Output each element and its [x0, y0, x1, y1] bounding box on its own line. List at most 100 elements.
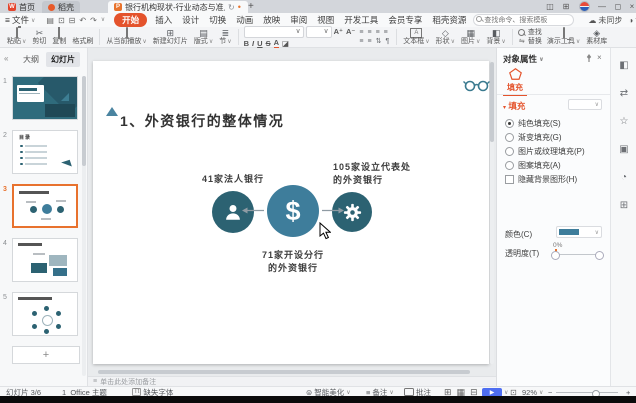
fill-option-hide-background[interactable]: 隐藏背景图形(H) — [505, 174, 577, 185]
increase-font-icon[interactable]: A⁺ — [334, 28, 343, 36]
close-button[interactable]: × — [624, 0, 636, 13]
text-box-button[interactable]: A 文本框∨ — [400, 27, 432, 47]
slide-thumbnail-2[interactable]: 目录 — [12, 130, 78, 174]
collaborate-button[interactable]: ◑协作 — [628, 15, 636, 26]
transition-pane-icon[interactable]: ◔ — [611, 172, 636, 183]
ribbon-tab-developer[interactable]: 开发工具 — [339, 14, 383, 26]
new-slide-button[interactable]: ⊞ 新建幻灯片 — [150, 27, 191, 47]
apps-grid-icon[interactable]: ⊞ — [558, 0, 574, 13]
document-tab[interactable]: P 银行机构现状-行业动态与准入情况 ↻ • — [108, 1, 248, 13]
new-document-tab-button[interactable]: + — [248, 0, 254, 13]
ribbon-tab-design[interactable]: 设计 — [177, 14, 204, 26]
slider-track[interactable] — [557, 254, 597, 255]
pin-panel-icon[interactable] — [585, 54, 593, 62]
minimize-button[interactable]: — — [594, 0, 610, 13]
label-corporate-banks[interactable]: 41家法人银行 — [185, 173, 281, 186]
save-icon[interactable]: ▤ — [46, 16, 54, 25]
justify-icon[interactable]: ≡ — [367, 38, 373, 46]
ribbon-tab-transitions[interactable]: 切换 — [204, 14, 231, 26]
ribbon-tab-review[interactable]: 审阅 — [285, 14, 312, 26]
paste-button[interactable]: 粘贴∨ — [4, 27, 29, 47]
current-slide[interactable]: 1、外资银行的整体情况 $ — [93, 61, 489, 364]
copy-button[interactable]: 复制 — [49, 27, 69, 47]
chevron-down-icon[interactable]: ∨ — [539, 56, 544, 63]
section-button[interactable]: ≣ 节∨ — [216, 27, 234, 47]
slide-layout-button[interactable]: ▤ 版式∨ — [191, 27, 216, 47]
font-color-button[interactable]: A — [274, 39, 279, 49]
favorites-pane-icon[interactable]: ☆ — [611, 116, 636, 127]
sidebar-scrollbar-thumb[interactable] — [82, 76, 86, 166]
add-slide-button[interactable]: + — [12, 346, 80, 364]
ribbon-tab-membership[interactable]: 会员专享 — [383, 14, 427, 26]
close-panel-icon[interactable]: × — [597, 53, 602, 62]
properties-pane-icon[interactable]: ◧ — [611, 60, 636, 71]
font-size-select[interactable]: ∨ — [306, 26, 332, 38]
dollar-circle[interactable]: $ — [267, 185, 319, 237]
label-rep-offices[interactable]: 105家设立代表处 的外资银行 — [333, 161, 443, 187]
underline-button[interactable]: U — [257, 40, 262, 48]
fill-option-picture-texture[interactable]: 图片或纹理填充(P) — [505, 146, 585, 157]
text-direction-icon[interactable]: ¶ — [385, 38, 391, 46]
ribbon-tab-docer-resources[interactable]: 稻壳资源 — [427, 14, 471, 26]
workspace-layout-icon[interactable]: ◫ — [542, 0, 558, 13]
animation-pane-icon[interactable]: ⇄ — [611, 88, 636, 99]
cut-button[interactable]: ✂ 剪切 — [29, 27, 49, 47]
align-left-icon[interactable]: ≡ — [376, 29, 382, 37]
file-menu[interactable]: ≡ 文件 ∨ — [0, 14, 40, 26]
slide-title[interactable]: 1、外资银行的整体情况 — [120, 111, 284, 131]
notes-bar[interactable]: ≡ 单击此处添加备注 — [88, 376, 496, 386]
redo-icon[interactable]: ↷ — [90, 16, 97, 25]
ribbon-tab-view[interactable]: 视图 — [312, 14, 339, 26]
line-spacing-icon[interactable]: ⇅ — [376, 38, 384, 46]
play-from-current-button[interactable]: 从当前播放∨ — [103, 27, 149, 47]
ribbon-tab-animation[interactable]: 动画 — [231, 14, 258, 26]
fill-option-pattern[interactable]: 图案填充(A) — [505, 160, 561, 171]
fill-preset-dropdown[interactable]: ∨ — [568, 99, 602, 110]
background-button[interactable]: ◧ 背景∨ — [483, 27, 508, 47]
strikethrough-button[interactable]: S — [266, 40, 271, 48]
fill-tab[interactable]: 填充 — [503, 68, 527, 96]
avatar[interactable] — [576, 0, 592, 13]
format-painter-button[interactable]: 格式刷 — [69, 27, 96, 47]
bullets-icon[interactable]: ≡ — [359, 29, 365, 37]
highlight-color-button[interactable]: ◪ — [282, 40, 289, 48]
transparency-slider[interactable]: 0% — [551, 244, 603, 260]
align-center-icon[interactable]: ≡ — [384, 29, 390, 37]
ribbon-tab-home[interactable]: 开始 — [114, 13, 147, 27]
apps-pane-icon[interactable]: ⊞ — [611, 200, 636, 211]
italic-button[interactable]: I — [252, 40, 254, 48]
ribbon-tab-slideshow[interactable]: 放映 — [258, 14, 285, 26]
font-family-select[interactable]: ∨ — [244, 26, 304, 38]
slider-thumb[interactable] — [551, 251, 560, 260]
align-right-icon[interactable]: ≡ — [359, 38, 365, 46]
fill-option-solid[interactable]: 纯色填充(S) — [505, 118, 561, 129]
slide-thumbnail-4[interactable] — [12, 238, 78, 282]
replace-button[interactable]: ⇋替换 — [518, 38, 542, 46]
presentation-tools-button[interactable]: 演示工具∨ — [544, 27, 583, 47]
slide-thumbnail-1[interactable] — [12, 76, 78, 120]
fill-section-header[interactable]: ▾ 填充 — [503, 100, 525, 112]
label-branch-banks[interactable]: 71家开设分行 的外资银行 — [241, 249, 345, 275]
vertical-scrollbar-thumb[interactable] — [490, 62, 494, 142]
tab-slides[interactable]: 幻灯片 — [46, 52, 80, 67]
print-icon[interactable]: ⊡ — [58, 16, 65, 25]
slide-thumbnail-3-selected[interactable] — [12, 184, 78, 228]
find-button[interactable]: 查找 — [518, 29, 542, 37]
slider-end[interactable] — [595, 251, 604, 260]
decrease-font-icon[interactable]: A⁻ — [346, 28, 355, 36]
undo-icon[interactable]: ↶ — [79, 16, 86, 25]
layout-pane-icon[interactable]: ▣ — [611, 144, 636, 155]
collapse-panel-button[interactable]: « — [4, 54, 8, 63]
numbering-icon[interactable]: ≡ — [367, 29, 373, 37]
horizontal-scrollbar[interactable] — [98, 370, 470, 374]
shapes-button[interactable]: ◇ 形状∨ — [433, 27, 458, 47]
chevron-down-icon[interactable]: ∨ — [101, 16, 105, 25]
assets-library-button[interactable]: ◈ 素材库 — [583, 27, 610, 47]
home-tab[interactable]: W 首页 — [2, 1, 41, 13]
fill-option-gradient[interactable]: 渐变填充(G) — [505, 132, 562, 143]
command-search-input[interactable] — [473, 14, 574, 26]
sync-status[interactable]: ☁未同步 — [588, 15, 622, 26]
picture-button[interactable]: ▦ 图片∨ — [458, 27, 483, 47]
export-icon[interactable]: ⊟ — [69, 16, 76, 25]
bold-button[interactable]: B — [244, 40, 249, 48]
